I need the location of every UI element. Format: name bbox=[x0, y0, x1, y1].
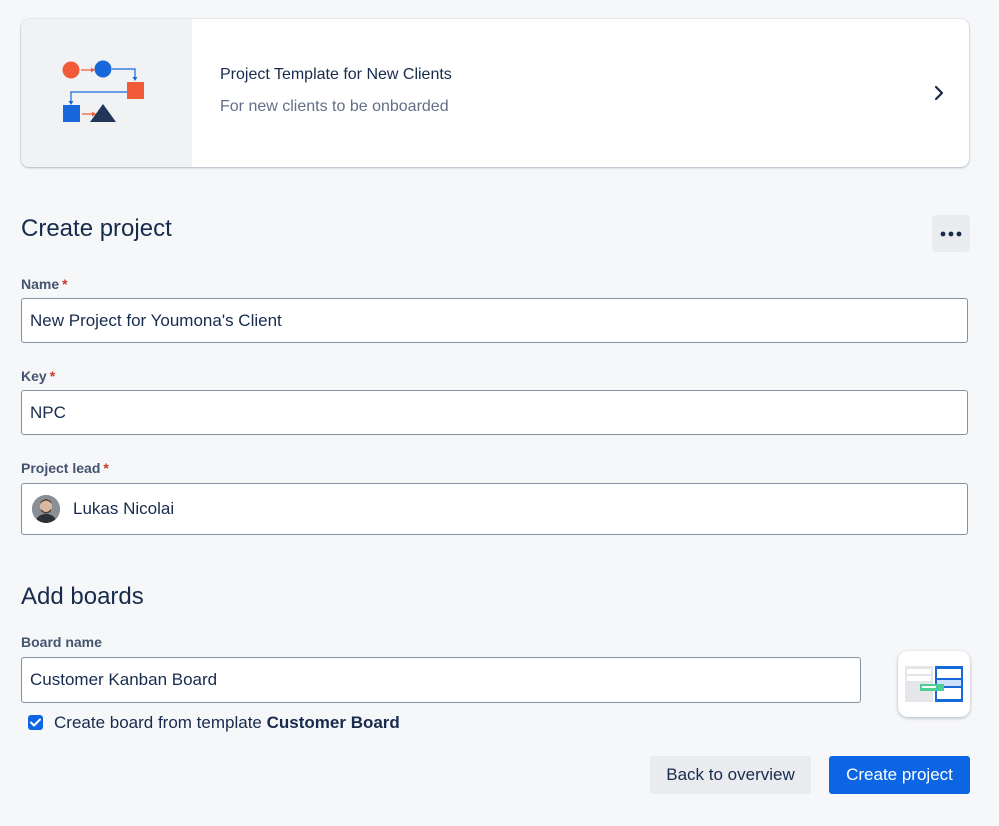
project-lead-label: Project lead * bbox=[21, 460, 109, 476]
create-from-template-checkbox[interactable] bbox=[28, 715, 43, 730]
more-button[interactable] bbox=[932, 215, 970, 252]
name-input[interactable]: New Project for Youmona's Client bbox=[21, 298, 968, 343]
key-label: Key * bbox=[21, 368, 55, 384]
template-title: Project Template for New Clients bbox=[220, 66, 452, 83]
template-text: Project Template for New Clients For new… bbox=[192, 19, 909, 167]
required-mark: * bbox=[62, 276, 68, 292]
name-input-value: New Project for Youmona's Client bbox=[30, 310, 282, 330]
template-illustration bbox=[21, 19, 192, 167]
project-lead-value: Lukas Nicolai bbox=[73, 499, 175, 518]
name-label-text: Name bbox=[21, 276, 60, 292]
board-template-thumbnail bbox=[898, 651, 970, 717]
key-input[interactable]: NPC bbox=[21, 390, 968, 435]
chevron-right-icon[interactable] bbox=[909, 19, 969, 167]
template-card[interactable]: Project Template for New Clients For new… bbox=[21, 19, 969, 167]
back-to-overview-button[interactable]: Back to overview bbox=[650, 756, 811, 794]
create-project-heading: Create project bbox=[21, 215, 172, 242]
key-input-value: NPC bbox=[30, 402, 66, 422]
checkbox-text: Create board from template bbox=[54, 713, 262, 732]
name-label: Name * bbox=[21, 276, 68, 292]
create-project-button[interactable]: Create project bbox=[829, 756, 970, 794]
project-lead-label-text: Project lead bbox=[21, 460, 101, 476]
check-icon bbox=[30, 718, 41, 727]
template-subtitle: For new clients to be onboarded bbox=[220, 98, 449, 115]
key-label-text: Key bbox=[21, 368, 47, 384]
board-name-value: Customer Kanban Board bbox=[30, 670, 218, 689]
project-lead-select[interactable]: Lukas Nicolai bbox=[21, 483, 968, 535]
required-mark: * bbox=[103, 460, 109, 476]
board-name-input[interactable]: Customer Kanban Board bbox=[21, 657, 861, 703]
required-mark: * bbox=[49, 368, 56, 384]
more-icon bbox=[940, 231, 962, 236]
add-boards-heading: Add boards bbox=[21, 583, 144, 610]
checkbox-template-name: Customer Board bbox=[266, 713, 400, 732]
avatar bbox=[32, 495, 60, 523]
board-name-label: Board name bbox=[21, 634, 102, 650]
create-from-template-label: Create board from template Customer Boar… bbox=[54, 713, 400, 733]
